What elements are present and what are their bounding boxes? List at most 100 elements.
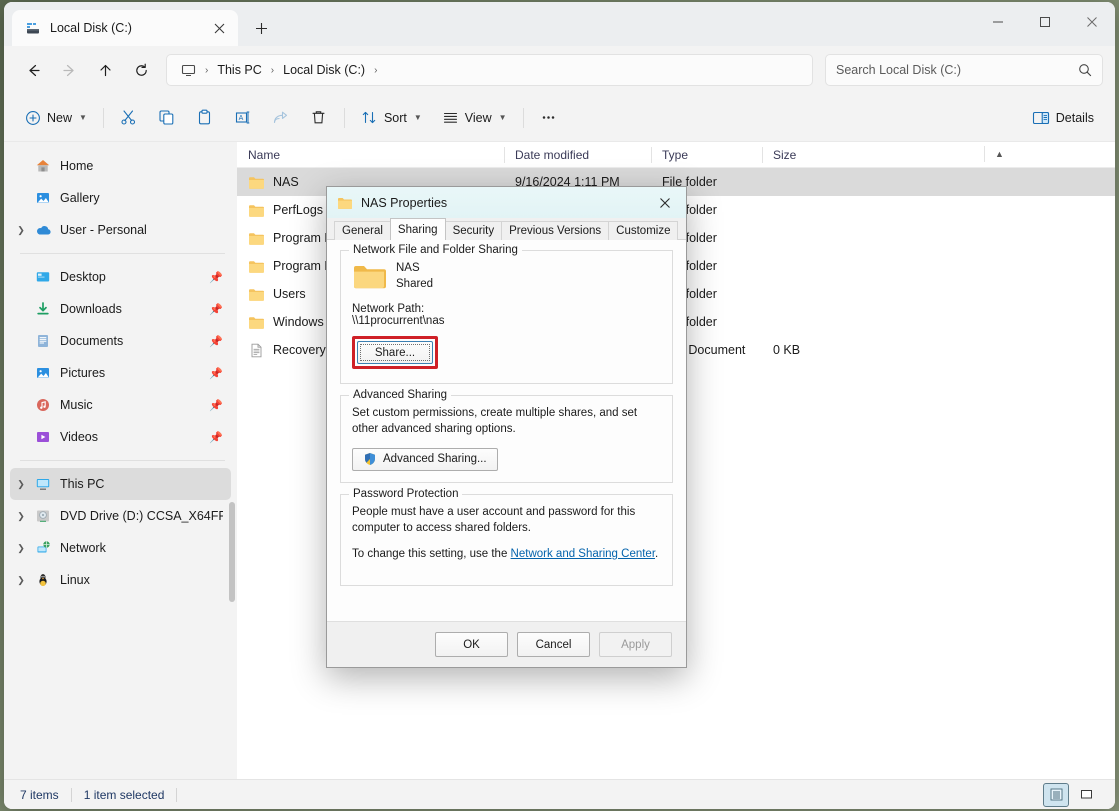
search-input[interactable]: Search Local Disk (C:)	[836, 63, 1078, 77]
paste-button[interactable]	[187, 102, 223, 134]
folder-icon	[248, 259, 265, 274]
pin-icon[interactable]: 📌	[209, 367, 223, 380]
search-icon[interactable]	[1078, 63, 1092, 77]
sidebar-item-videos[interactable]: Videos 📌	[10, 421, 231, 453]
group-advanced-sharing: Advanced Sharing Set custom permissions,…	[340, 395, 673, 483]
pin-icon[interactable]: 📌	[209, 335, 223, 348]
breadcrumb-separator: ›	[270, 65, 275, 76]
delete-button[interactable]	[301, 102, 337, 134]
sidebar-item-pictures[interactable]: Pictures 📌	[10, 357, 231, 389]
password-protection-hint: To change this setting, use the Network …	[352, 547, 661, 563]
tab-title: Local Disk (C:)	[50, 21, 197, 35]
sidebar-item-music[interactable]: Music 📌	[10, 389, 231, 421]
tab-previous-versions[interactable]: Previous Versions	[501, 221, 609, 240]
maximize-icon[interactable]	[1021, 2, 1068, 42]
pin-icon[interactable]: 📌	[209, 303, 223, 316]
sidebar-item-downloads[interactable]: Downloads 📌	[10, 293, 231, 325]
shared-folder-row: NAS Shared	[352, 261, 661, 292]
sort-button[interactable]: Sort ▼	[352, 102, 431, 134]
svg-text:A: A	[239, 115, 244, 122]
close-icon[interactable]	[1068, 2, 1115, 42]
tab-general[interactable]: General	[334, 221, 391, 240]
network-and-sharing-center-link[interactable]: Network and Sharing Center	[511, 548, 655, 560]
chevron-right-icon[interactable]: ❯	[10, 575, 32, 586]
cancel-button[interactable]: Cancel	[517, 632, 590, 657]
status-item-count: 7 items	[20, 788, 72, 802]
minimize-icon[interactable]	[974, 2, 1021, 42]
cut-button[interactable]	[111, 102, 147, 134]
shared-folder-texts: NAS Shared	[396, 261, 433, 292]
large-icons-view-icon[interactable]	[1073, 783, 1099, 807]
breadcrumb-root-icon[interactable]	[175, 60, 202, 81]
details-pane-label: Details	[1056, 111, 1094, 125]
forward-arrow-icon	[52, 54, 86, 86]
rename-button[interactable]: A	[225, 102, 261, 134]
column-header-date-modified[interactable]: Date modified	[504, 142, 651, 168]
pin-icon[interactable]: 📌	[209, 271, 223, 284]
clipboard-icon	[196, 109, 213, 126]
sidebar-item-home[interactable]: Home	[10, 150, 231, 182]
share-button-highlight: Share...	[352, 336, 438, 369]
chevron-right-icon[interactable]: ❯	[10, 511, 32, 522]
ok-button[interactable]: OK	[435, 632, 508, 657]
navigation-scrollbar[interactable]	[229, 502, 235, 602]
dialog-title-bar: NAS Properties	[327, 187, 686, 218]
more-options-button[interactable]	[531, 102, 567, 134]
new-button[interactable]: New ▼	[16, 102, 96, 134]
advanced-sharing-description: Set custom permissions, create multiple …	[352, 406, 661, 438]
new-tab-icon[interactable]	[244, 11, 278, 45]
dialog-close-icon[interactable]	[644, 187, 686, 218]
toolbar-divider	[103, 108, 104, 128]
advanced-sharing-button[interactable]: Advanced Sharing...	[352, 448, 498, 471]
desktop-icon	[32, 269, 54, 285]
column-header-name[interactable]: Name	[237, 142, 504, 168]
shared-folder-name: NAS	[396, 261, 433, 277]
videos-icon	[32, 429, 54, 445]
window-controls	[974, 2, 1115, 42]
column-header-type[interactable]: Type	[651, 142, 762, 168]
pin-icon[interactable]: 📌	[209, 399, 223, 412]
pin-icon[interactable]: 📌	[209, 431, 223, 444]
details-view-icon[interactable]	[1043, 783, 1069, 807]
sidebar-item-linux[interactable]: ❯ Linux	[10, 564, 231, 596]
file-name-label: Users	[273, 287, 306, 301]
chevron-up-icon: ▲	[984, 142, 1004, 167]
up-arrow-icon[interactable]	[88, 54, 122, 86]
tab-security[interactable]: Security	[445, 221, 503, 240]
search-box[interactable]: Search Local Disk (C:)	[825, 54, 1103, 86]
sidebar-item-this-pc[interactable]: ❯ This PC	[10, 468, 231, 500]
address-bar[interactable]: › This PC › Local Disk (C:) ›	[166, 54, 813, 86]
column-header-size[interactable]: Size	[762, 142, 844, 168]
sidebar-item-network[interactable]: ❯ Network	[10, 532, 231, 564]
copy-button[interactable]	[149, 102, 185, 134]
folder-icon	[248, 231, 265, 246]
sidebar-item-user-personal[interactable]: ❯ User - Personal	[10, 214, 231, 246]
gallery-icon	[32, 190, 54, 206]
rename-icon: A	[234, 109, 251, 126]
breadcrumb-this-pc[interactable]: This PC	[211, 60, 267, 80]
tab-close-icon[interactable]	[206, 15, 232, 41]
tab-sharing[interactable]: Sharing	[390, 218, 446, 240]
sidebar-item-gallery[interactable]: Gallery	[10, 182, 231, 214]
tab-customize[interactable]: Customize	[608, 221, 678, 240]
share-button[interactable]	[263, 102, 299, 134]
new-button-label: New	[47, 111, 72, 125]
sidebar-item-desktop[interactable]: Desktop 📌	[10, 261, 231, 293]
view-button[interactable]: View ▼	[433, 102, 516, 134]
folder-icon	[248, 287, 265, 302]
details-pane-button[interactable]: Details	[1023, 102, 1103, 134]
share-button[interactable]: Share...	[357, 341, 433, 364]
chevron-right-icon[interactable]: ❯	[10, 479, 32, 490]
file-name-label: PerfLogs	[273, 203, 323, 217]
back-arrow-icon[interactable]	[16, 54, 50, 86]
sidebar-item-documents[interactable]: Documents 📌	[10, 325, 231, 357]
hint-prefix: To change this setting, use the	[352, 548, 511, 560]
refresh-icon[interactable]	[124, 54, 158, 86]
network-icon	[32, 540, 54, 556]
tab-local-disk-c[interactable]: Local Disk (C:)	[12, 10, 238, 46]
group-password-protection: Password Protection People must have a u…	[340, 494, 673, 586]
chevron-right-icon[interactable]: ❯	[10, 543, 32, 554]
chevron-right-icon[interactable]: ❯	[10, 225, 32, 236]
sidebar-item-dvd-drive[interactable]: ❯ DVD Drive (D:) CCSA_X64FRE_EN-	[10, 500, 231, 532]
breadcrumb-local-disk-c[interactable]: Local Disk (C:)	[277, 60, 371, 80]
